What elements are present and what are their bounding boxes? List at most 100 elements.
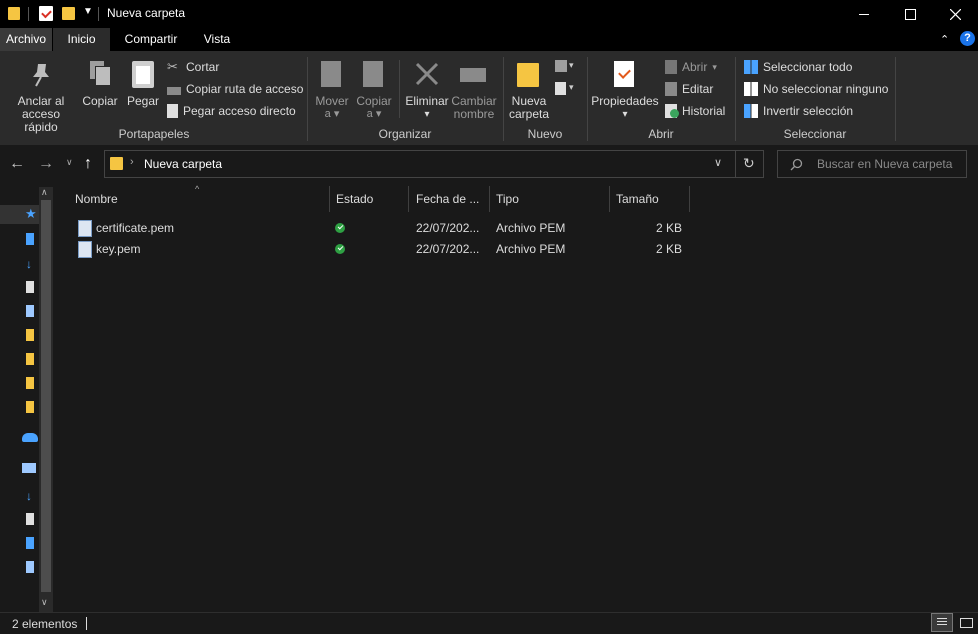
open-button[interactable]: Abrir ▾ xyxy=(665,58,717,76)
select-all-button[interactable]: Seleccionar todo xyxy=(744,58,852,76)
move-to-button[interactable]: Mover a ▾ xyxy=(312,58,352,122)
documents-icon[interactable] xyxy=(26,513,34,525)
scroll-down-icon[interactable]: ∨ xyxy=(41,597,48,608)
folder-icon[interactable] xyxy=(26,401,34,413)
large-icons-view-button[interactable] xyxy=(955,613,977,632)
folder-icon[interactable] xyxy=(26,353,34,365)
address-dropdown-icon[interactable]: ∨ xyxy=(714,156,722,169)
pin-quick-access-button[interactable]: Anclar al acceso rápido xyxy=(4,58,78,134)
scroll-up-icon[interactable]: ∧ xyxy=(41,187,48,198)
quick-access-dropdown-icon[interactable]: ▼ xyxy=(83,6,93,17)
table-row[interactable]: certificate.pem 22/07/202... Archivo PEM… xyxy=(72,217,690,238)
tab-archivo[interactable]: Archivo xyxy=(0,28,52,51)
column-divider[interactable] xyxy=(609,186,610,212)
tab-inicio[interactable]: Inicio xyxy=(53,28,110,51)
column-header-fecha[interactable]: Fecha de ... xyxy=(416,192,479,206)
new-folder-label-2: carpeta xyxy=(508,107,550,121)
details-view-button[interactable] xyxy=(931,613,953,632)
new-item-button[interactable]: ▾ xyxy=(555,58,579,76)
new-folder-quick-icon[interactable] xyxy=(62,7,75,20)
new-folder-button[interactable]: Nueva carpeta xyxy=(507,58,551,122)
window-title: Nueva carpeta xyxy=(107,6,186,20)
rename-label-2: nombre xyxy=(453,107,495,121)
forward-arrow-icon[interactable]: → xyxy=(38,155,54,173)
column-header-estado[interactable]: Estado xyxy=(336,192,373,206)
copy-to-button[interactable]: Copiar a ▾ xyxy=(354,58,394,122)
group-divider xyxy=(735,57,736,141)
minimize-button[interactable] xyxy=(841,0,887,28)
onedrive-cloud-icon[interactable] xyxy=(22,433,38,442)
folder-icon xyxy=(110,157,123,170)
search-placeholder: Buscar en Nueva carpeta xyxy=(817,157,953,171)
tab-compartir[interactable]: Compartir xyxy=(112,28,190,51)
paste-shortcut-label: Pegar acceso directo xyxy=(183,104,296,118)
group-divider xyxy=(895,57,896,141)
copy-to-icon xyxy=(363,61,383,87)
copy-path-button[interactable]: Copiar ruta de acceso xyxy=(167,80,303,98)
folder-icon[interactable] xyxy=(26,329,34,341)
search-box[interactable]: Buscar en Nueva carpeta xyxy=(777,150,967,178)
quick-access-star-icon[interactable]: ★ xyxy=(25,206,37,222)
desktop-icon[interactable] xyxy=(26,537,34,549)
properties-label: Propiedades xyxy=(591,94,659,108)
file-type: Archivo PEM xyxy=(496,242,566,256)
rename-button[interactable]: Cambiar nombre xyxy=(451,58,497,122)
group-label-nuevo: Nuevo xyxy=(527,127,563,141)
paste-shortcut-icon xyxy=(167,104,178,118)
select-none-button[interactable]: No seleccionar ninguno xyxy=(744,80,888,98)
refresh-icon[interactable]: ↻ xyxy=(743,155,755,172)
this-pc-icon[interactable] xyxy=(22,463,36,473)
properties-quick-icon[interactable] xyxy=(39,6,53,21)
copy-button[interactable]: Copiar xyxy=(81,58,119,122)
easy-access-button[interactable]: ▾ xyxy=(555,80,579,98)
column-divider[interactable] xyxy=(408,186,409,212)
column-divider[interactable] xyxy=(329,186,330,212)
edit-button[interactable]: Editar xyxy=(665,80,713,98)
history-button[interactable]: Historial xyxy=(665,102,725,120)
paste-label: Pegar xyxy=(126,94,160,108)
folder-icon[interactable] xyxy=(26,377,34,389)
table-row[interactable]: key.pem 22/07/202... Archivo PEM 2 KB xyxy=(72,238,690,259)
paste-button[interactable]: Pegar xyxy=(124,58,162,122)
tab-vista[interactable]: Vista xyxy=(192,28,242,51)
downloads-icon[interactable]: ↓ xyxy=(26,489,32,503)
collapse-ribbon-icon[interactable]: ⌃ xyxy=(940,33,949,46)
sync-ok-icon xyxy=(335,223,345,233)
copy-to-label-2: a ▾ xyxy=(366,108,382,120)
column-divider[interactable] xyxy=(489,186,490,212)
history-label: Historial xyxy=(682,104,726,118)
paste-shortcut-button[interactable]: Pegar acceso directo xyxy=(167,102,296,120)
column-header-nombre[interactable]: Nombre xyxy=(75,192,118,206)
downloads-icon[interactable]: ↓ xyxy=(26,257,32,271)
maximize-button[interactable] xyxy=(887,0,933,28)
properties-button[interactable]: Propiedades ▾ xyxy=(591,58,659,122)
nav-scrollbar-thumb[interactable] xyxy=(41,200,51,592)
desktop-icon[interactable] xyxy=(26,233,34,245)
minimize-icon xyxy=(859,13,869,15)
close-button[interactable] xyxy=(932,0,978,28)
help-icon[interactable]: ? xyxy=(960,31,975,46)
move-label: Mover xyxy=(315,94,349,108)
column-header-tamano[interactable]: Tamaño xyxy=(616,192,659,206)
documents-icon[interactable] xyxy=(26,281,34,293)
easy-access-icon xyxy=(555,82,566,95)
address-bar[interactable]: › Nueva carpeta ∨ ↻ xyxy=(104,150,764,178)
back-arrow-icon[interactable]: ← xyxy=(9,155,25,173)
new-folder-icon xyxy=(517,63,539,87)
pictures-icon[interactable] xyxy=(26,561,34,573)
select-all-icon xyxy=(744,60,758,74)
delete-button[interactable]: Eliminar ▾ xyxy=(404,58,450,122)
cut-button[interactable]: ✂ Cortar xyxy=(167,58,219,76)
column-divider[interactable] xyxy=(689,186,690,212)
group-label-seleccionar: Seleccionar xyxy=(783,127,847,141)
divider xyxy=(86,617,87,630)
up-arrow-icon[interactable]: ↑ xyxy=(84,155,92,173)
pictures-icon[interactable] xyxy=(26,305,34,317)
file-date: 22/07/202... xyxy=(416,242,480,256)
breadcrumb-current-folder[interactable]: Nueva carpeta xyxy=(144,157,222,171)
recent-locations-dropdown-icon[interactable]: ∨ xyxy=(66,157,73,168)
invert-selection-button[interactable]: Invertir selección xyxy=(744,102,853,120)
column-header-tipo[interactable]: Tipo xyxy=(496,192,519,206)
copy-to-label: Copiar xyxy=(356,94,392,108)
breadcrumb-chevron-icon[interactable]: › xyxy=(130,156,134,168)
